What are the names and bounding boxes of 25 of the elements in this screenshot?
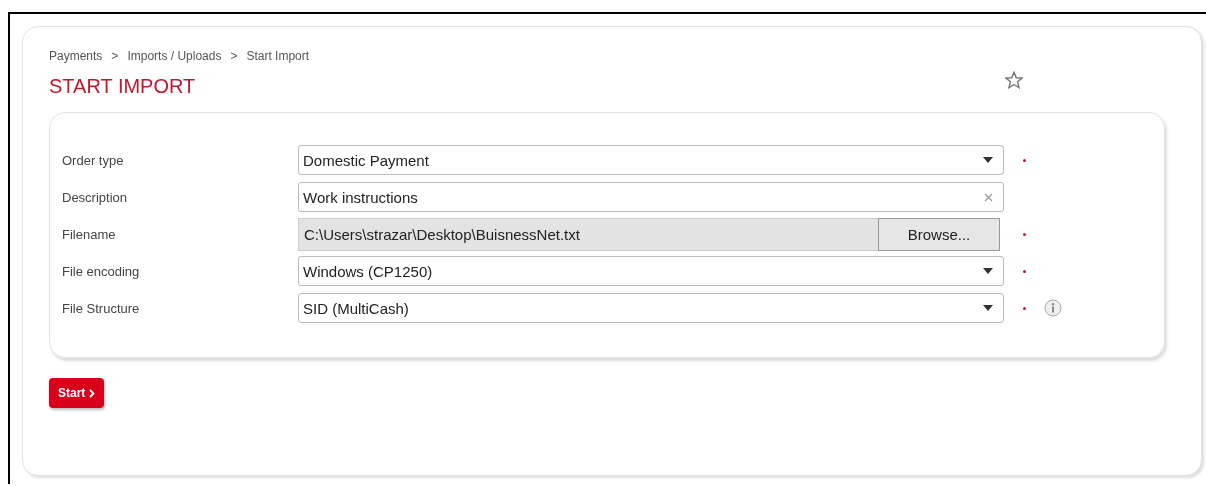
browse-button[interactable]: Browse... bbox=[878, 217, 1000, 251]
file-path-field[interactable]: C:\Users\strazar\Desktop\BuisnessNet.txt bbox=[298, 217, 878, 251]
breadcrumb-separator: > bbox=[111, 49, 119, 63]
field-label: Order type bbox=[62, 152, 125, 168]
dropdown-field[interactable]: Windows (CP1250) bbox=[298, 256, 1004, 286]
field-label: File Structure bbox=[62, 300, 141, 316]
star-icon[interactable] bbox=[1005, 71, 1023, 89]
start-button[interactable]: Start bbox=[49, 378, 105, 408]
chevron-icon bbox=[89, 388, 96, 398]
info-icon[interactable] bbox=[1044, 299, 1062, 317]
field-label: Filename bbox=[62, 226, 117, 242]
dropdown-field[interactable]: Domestic Payment bbox=[298, 145, 1004, 175]
caret-icon bbox=[983, 268, 993, 274]
field-label: File encoding bbox=[62, 263, 141, 279]
caret-icon bbox=[983, 305, 993, 311]
page-title: START IMPORT bbox=[49, 75, 196, 98]
breadcrumb-link[interactable]: Imports / Uploads bbox=[127, 49, 222, 63]
breadcrumb-link[interactable]: Start Import bbox=[246, 49, 310, 63]
breadcrumb-separator: > bbox=[230, 49, 238, 63]
clear-icon[interactable] bbox=[984, 192, 993, 202]
field-label: Description bbox=[62, 189, 129, 205]
caret-icon bbox=[983, 157, 993, 163]
breadcrumb-link[interactable]: Payments bbox=[49, 49, 103, 63]
dropdown-field[interactable]: SID (MultiCash) bbox=[298, 293, 1004, 323]
text-field[interactable]: Work instructions bbox=[298, 182, 1004, 212]
